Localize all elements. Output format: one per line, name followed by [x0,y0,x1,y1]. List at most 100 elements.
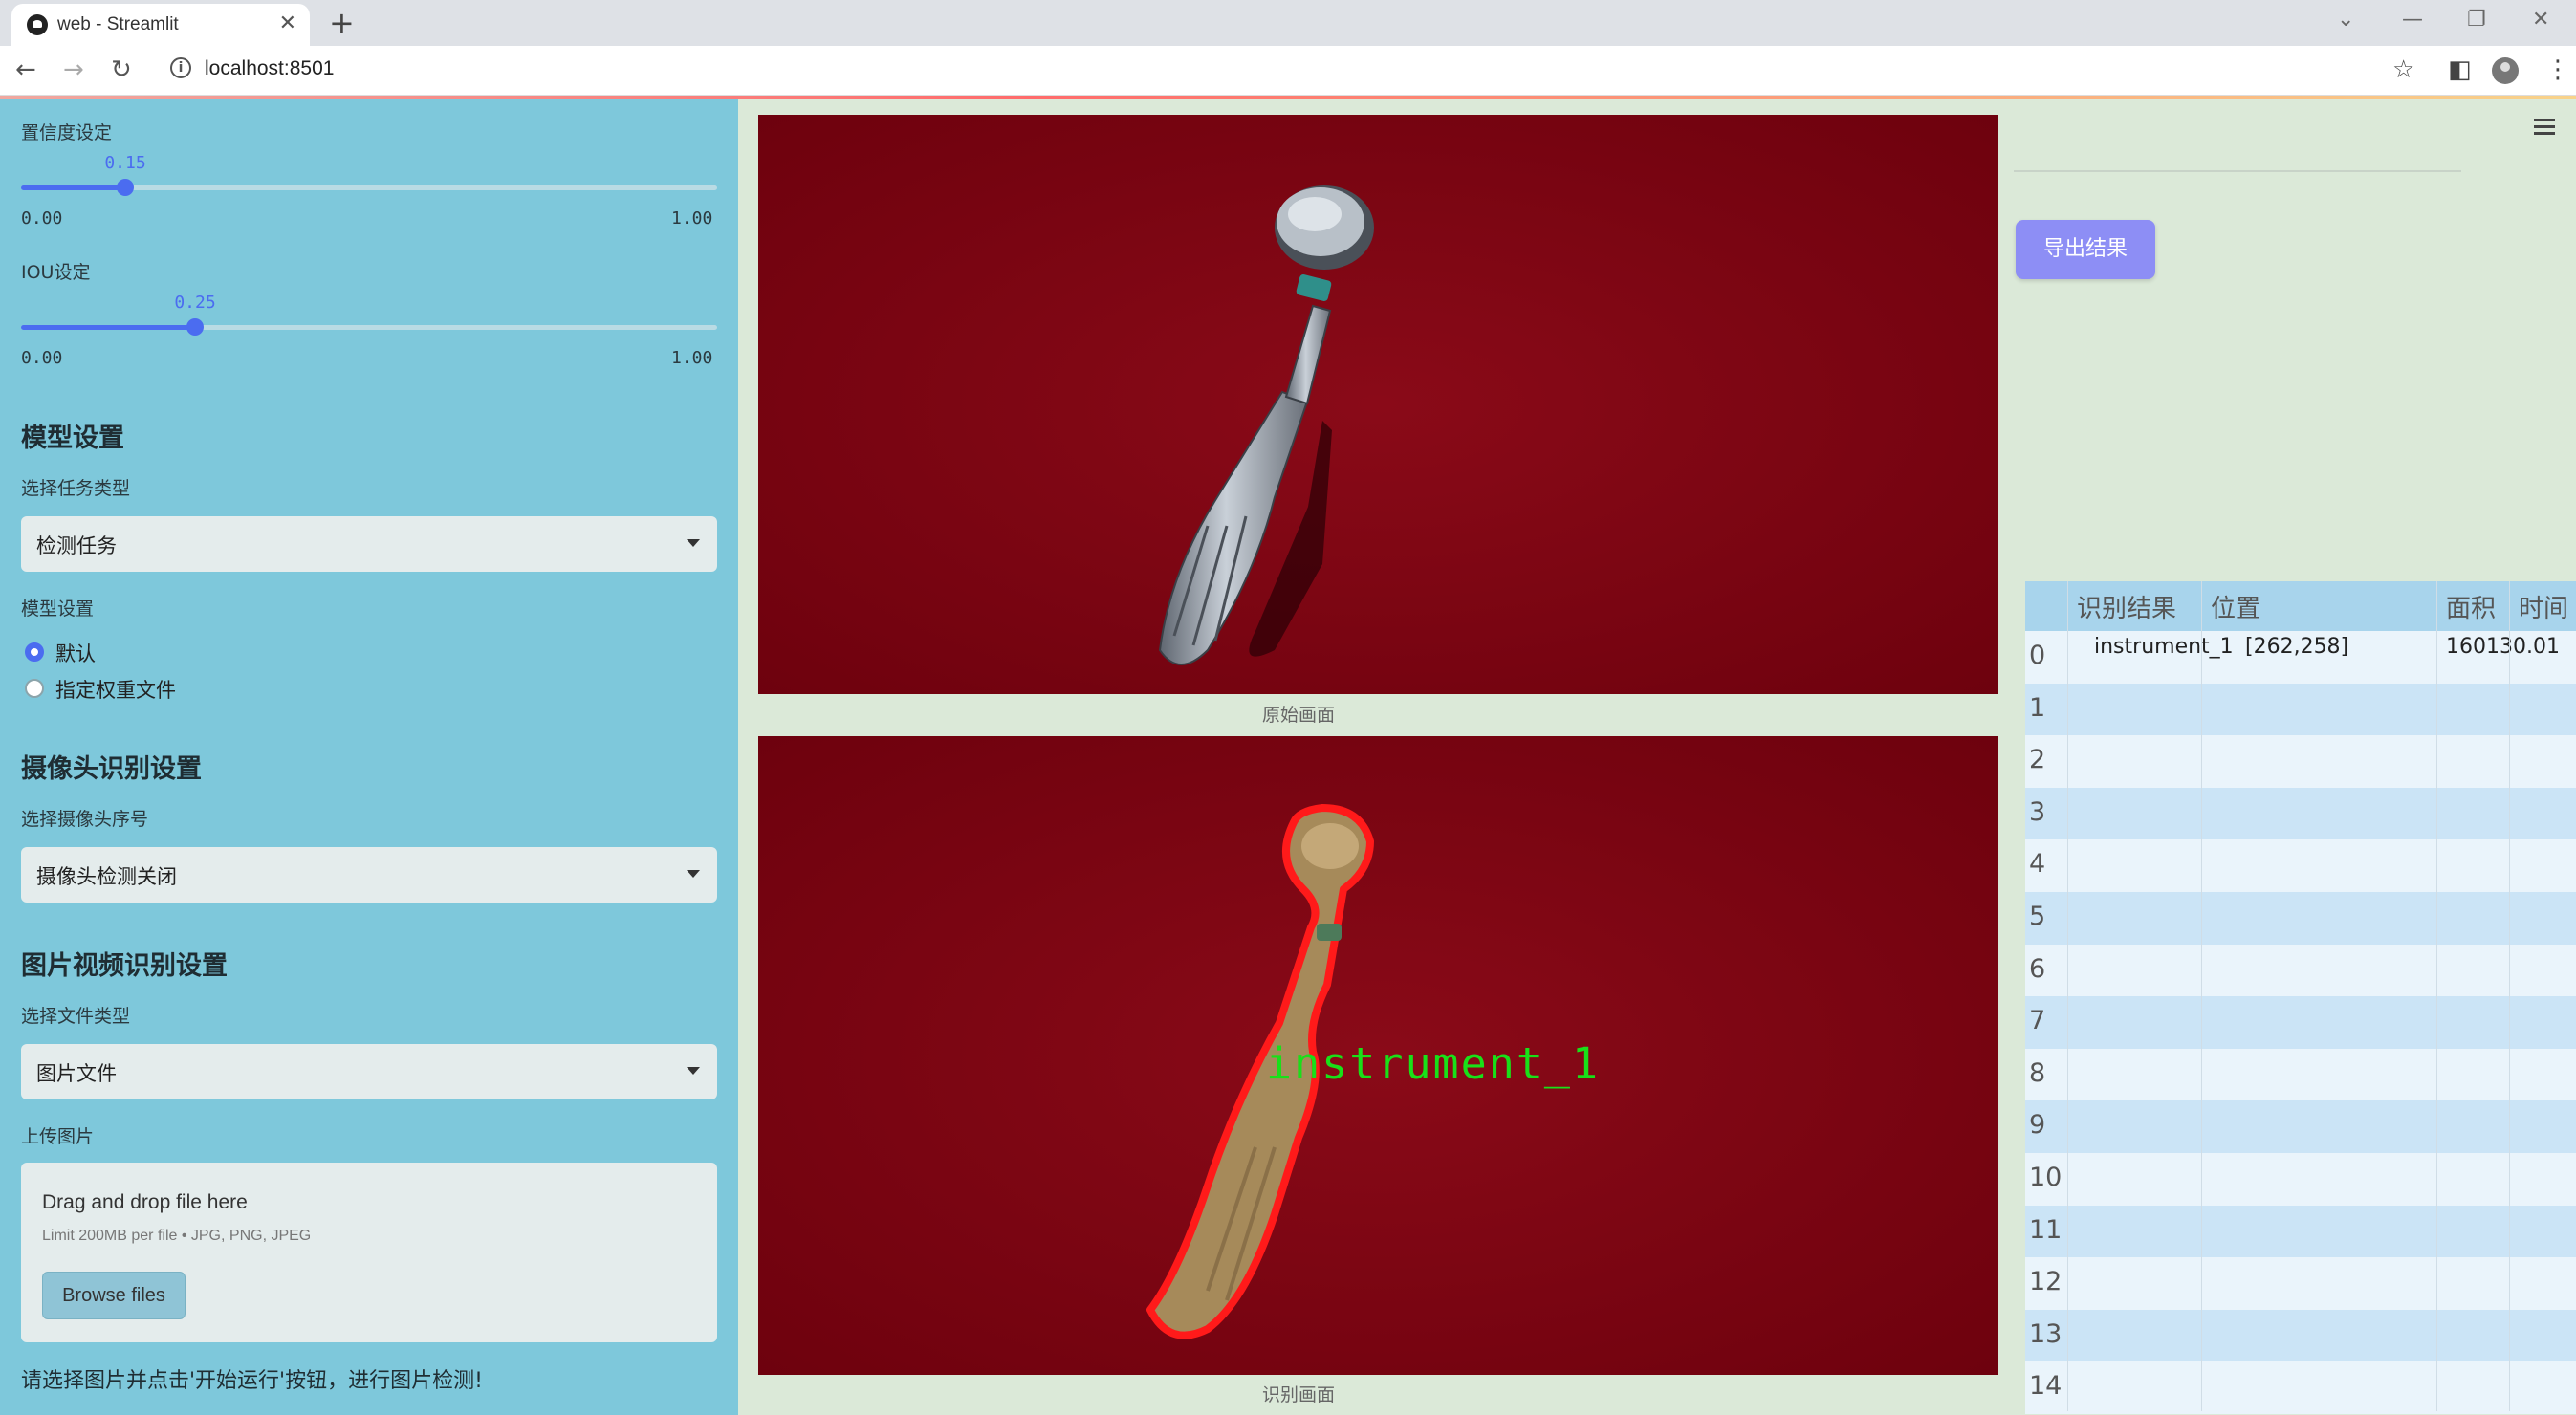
file-type-label: 选择文件类型 [21,1006,131,1027]
table-row[interactable]: 8 [2025,1048,2576,1101]
tab-title: web - Streamlit [57,14,179,34]
row-index: 8 [2029,1057,2046,1088]
table-row[interactable]: 4 [2025,839,2576,892]
hamburger-menu-icon[interactable] [2534,119,2555,139]
minimize-icon[interactable]: — [2402,8,2423,32]
media-settings-heading: 图片视频识别设置 [21,951,228,981]
task-type-label: 选择任务类型 [21,478,131,499]
back-arrow-icon[interactable]: ← [15,55,36,84]
task-type-select[interactable]: 检测任务 [21,516,717,572]
file-uploader-dropzone[interactable]: Drag and drop file here Limit 200MB per … [21,1163,717,1342]
reload-icon[interactable]: ↻ [111,55,132,84]
drop-text: Drag and drop file here [42,1191,248,1213]
table-row[interactable]: 7 [2025,996,2576,1049]
restore-icon[interactable]: ❐ [2467,8,2486,32]
cell-area: 16013 [2446,635,2513,659]
table-row[interactable]: 14 [2025,1361,2576,1414]
row-index: 13 [2029,1318,2063,1349]
table-row[interactable]: 11 [2025,1205,2576,1258]
table-row[interactable]: 0 instrument_1 [262,258] 16013 0.01 [2025,631,2576,684]
header-area: 面积 [2446,595,2497,623]
row-index: 10 [2029,1163,2063,1192]
streamlit-favicon-icon [27,14,48,35]
detection-label: instrument_1 [1266,1038,1601,1089]
confidence-slider-thumb[interactable] [117,179,134,196]
limit-text: Limit 200MB per file • JPG, PNG, JPEG [42,1228,312,1244]
address-bar[interactable]: localhost:8501 [205,57,334,80]
radio-custom-weights[interactable] [25,679,44,698]
browser-menu-icon[interactable]: ⋮ [2545,55,2570,84]
confidence-slider[interactable] [21,179,717,196]
confidence-label: 置信度设定 [21,122,113,143]
browser-tab-bar: web - Streamlit ✕ + ⌄ — ❐ ✕ [0,0,2576,46]
row-index: 12 [2029,1267,2063,1297]
column-divider [2436,581,2437,1411]
file-type-value: 图片文件 [36,1062,117,1085]
table-header: 识别结果 位置 面积 时间 [2025,581,2576,631]
browse-files-button[interactable]: Browse files [42,1272,186,1319]
radio-custom-weights-label[interactable]: 指定权重文件 [55,675,176,704]
iou-slider-thumb[interactable] [186,318,204,336]
confidence-max: 1.00 [671,208,713,229]
row-index: 3 [2029,796,2046,827]
browser-tab[interactable]: web - Streamlit ✕ [11,4,310,46]
row-index: 7 [2029,1006,2046,1036]
profile-avatar-icon[interactable] [2492,57,2519,84]
sidebar: 置信度设定 0.15 0.00 1.00 IOU设定 0.25 0.00 1.0… [0,99,738,1415]
task-type-value: 检测任务 [36,534,117,557]
table-row[interactable]: 13 [2025,1309,2576,1362]
model-settings-label: 模型设置 [21,599,95,620]
radio-default-label[interactable]: 默认 [55,639,96,667]
original-image-canvas [758,115,1998,694]
table-row[interactable]: 1 [2025,683,2576,736]
column-divider [2067,581,2068,1411]
site-info-icon[interactable]: i [170,57,191,78]
original-image [758,115,1998,694]
upload-label: 上传图片 [21,1126,95,1147]
original-caption: 原始画面 [1261,705,1336,726]
window-close-icon[interactable]: ✕ [2532,8,2549,32]
row-index: 5 [2029,902,2046,931]
camera-index-value: 摄像头检测关闭 [36,865,177,888]
table-row[interactable]: 10 [2025,1153,2576,1206]
forward-arrow-icon[interactable]: → [63,55,84,84]
radio-default[interactable] [25,642,44,662]
cell-result: instrument_1 [2094,635,2234,659]
result-caption: 识别画面 [1261,1384,1336,1405]
tab-close-icon[interactable]: ✕ [279,11,296,35]
bookmark-star-icon[interactable]: ☆ [2392,55,2414,84]
header-time: 时间 [2519,595,2569,623]
right-divider [2014,170,2461,172]
confidence-slider-fill [21,185,125,190]
caret-down-icon [687,870,700,878]
table-row[interactable]: 6 [2025,944,2576,997]
confidence-value: 0.15 [104,153,146,173]
table-row[interactable]: 5 [2025,892,2576,945]
header-position: 位置 [2211,595,2261,623]
iou-min: 0.00 [21,348,63,368]
table-row[interactable]: 3 [2025,787,2576,840]
side-panel-icon[interactable]: ◧ [2448,55,2472,84]
iou-slider[interactable] [21,318,717,336]
row-index: 0 [2029,641,2046,670]
export-results-button[interactable]: 导出结果 [2016,220,2155,279]
table-row[interactable]: 9 [2025,1100,2576,1153]
confidence-min: 0.00 [21,208,63,229]
sidebar-hint: 请选择图片并点击'开始运行'按钮，进行图片检测! [21,1369,483,1393]
file-type-select[interactable]: 图片文件 [21,1044,717,1099]
table-row[interactable]: 2 [2025,735,2576,788]
new-tab-icon[interactable]: + [329,4,355,42]
row-index: 2 [2029,745,2046,775]
row-index: 6 [2029,953,2046,984]
cell-position: [262,258] [2245,635,2349,659]
caret-down-icon [687,539,700,547]
iou-slider-fill [21,325,195,330]
table-row[interactable]: 12 [2025,1257,2576,1310]
browser-toolbar: ← → ↻ i localhost:8501 ☆ ◧ ⋮ [0,46,2576,96]
row-index: 4 [2029,849,2046,880]
camera-index-label: 选择摄像头序号 [21,809,149,830]
caret-down-icon [687,1067,700,1075]
camera-settings-heading: 摄像头识别设置 [21,754,202,784]
tab-search-chevron-icon[interactable]: ⌄ [2337,8,2354,32]
camera-index-select[interactable]: 摄像头检测关闭 [21,847,717,903]
